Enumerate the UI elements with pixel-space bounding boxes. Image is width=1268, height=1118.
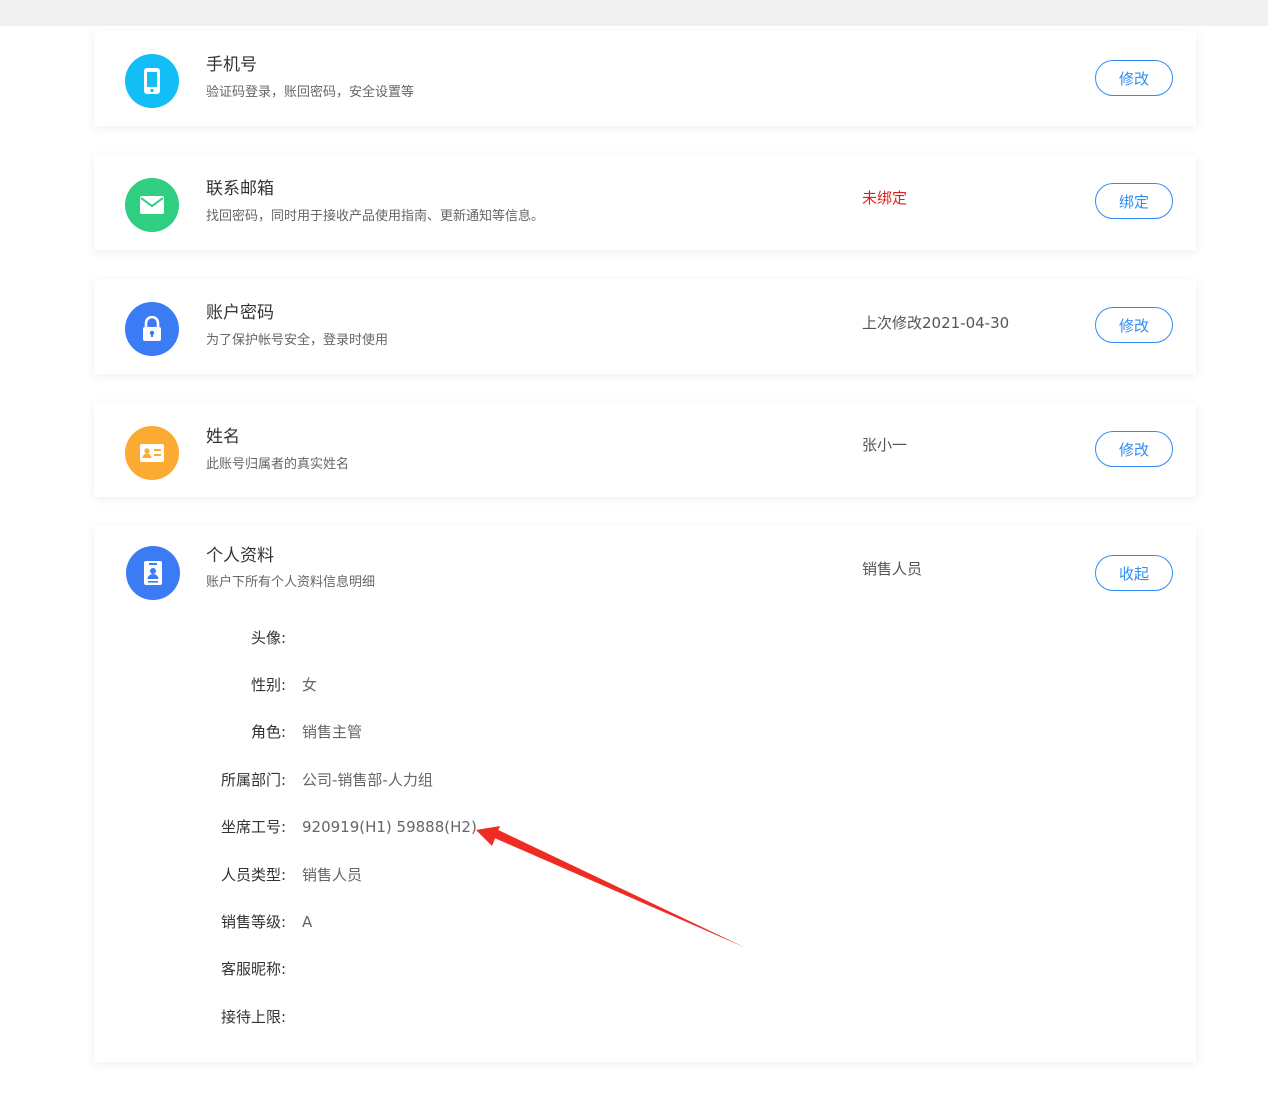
detail-value: 920919(H1) 59888(H2) [302,818,477,836]
phone-icon [125,54,179,108]
detail-value: 女 [302,676,318,694]
id-card-icon [125,426,179,480]
detail-row-department: 所属部门: 公司-销售部-人力组 [94,769,694,791]
detail-row-avatar: 头像: [94,627,694,649]
email-title: 联系邮箱 [206,179,274,199]
email-status: 未绑定 [862,189,908,207]
detail-row-sales-level: 销售等级: A [94,911,694,933]
profile-card: 个人资料 账户下所有个人资料信息明细 销售人员 收起 头像: 性别: 女 角色:… [94,526,1196,1062]
profile-desc: 账户下所有个人资料信息明细 [206,575,376,590]
password-status: 上次修改2021-04-30 [862,314,1010,332]
edit-phone-button[interactable]: 修改 [1095,60,1173,96]
bind-email-button[interactable]: 绑定 [1095,183,1173,219]
name-card: 姓名 此账号归属者的真实姓名 张小一 修改 [94,403,1196,497]
email-card: 联系邮箱 找回密码，同时用于接收产品使用指南、更新通知等信息。 未绑定 绑定 [94,155,1196,250]
edit-password-button[interactable]: 修改 [1095,307,1173,343]
phone-card: 手机号 验证码登录，账回密码，安全设置等 修改 [94,31,1196,126]
detail-value: A [302,913,313,931]
detail-row-role: 角色: 销售主管 [94,721,694,743]
profile-title: 个人资料 [206,546,274,566]
detail-label: 角色: [250,723,286,741]
password-desc: 为了保护帐号安全，登录时使用 [206,333,389,348]
email-desc: 找回密码，同时用于接收产品使用指南、更新通知等信息。 [206,209,545,224]
detail-row-reception-limit: 接待上限: [94,1006,694,1028]
detail-label: 接待上限: [220,1008,286,1026]
profile-status: 销售人员 [862,560,923,578]
detail-value: 公司-销售部-人力组 [302,771,433,789]
detail-row-nickname: 客服昵称: [94,958,694,980]
edit-name-button[interactable]: 修改 [1095,431,1173,467]
password-card: 账户密码 为了保护帐号安全，登录时使用 上次修改2021-04-30 修改 [94,279,1196,374]
detail-row-seat-id: 坐席工号: 920919(H1) 59888(H2) [94,816,694,838]
phone-desc: 验证码登录，账回密码，安全设置等 [206,85,415,100]
detail-value: 销售人员 [302,866,363,884]
detail-label: 坐席工号: [220,818,286,836]
password-title: 账户密码 [206,303,274,323]
detail-label: 头像: [250,629,286,647]
detail-value: 销售主管 [302,723,363,741]
detail-label: 人员类型: [220,866,286,884]
name-desc: 此账号归属者的真实姓名 [206,457,350,472]
detail-label: 所属部门: [220,771,286,789]
top-bar [0,0,1268,26]
detail-label: 客服昵称: [220,960,286,978]
collapse-profile-button[interactable]: 收起 [1095,555,1173,591]
detail-row-staff-type: 人员类型: 销售人员 [94,864,694,886]
name-title: 姓名 [206,427,240,447]
detail-label: 性别: [250,676,286,694]
badge-icon [126,546,180,600]
name-status: 张小一 [862,436,908,454]
detail-label: 销售等级: [220,913,286,931]
mail-icon [125,178,179,232]
lock-icon [125,302,179,356]
phone-title: 手机号 [206,55,257,75]
detail-row-gender: 性别: 女 [94,674,694,696]
